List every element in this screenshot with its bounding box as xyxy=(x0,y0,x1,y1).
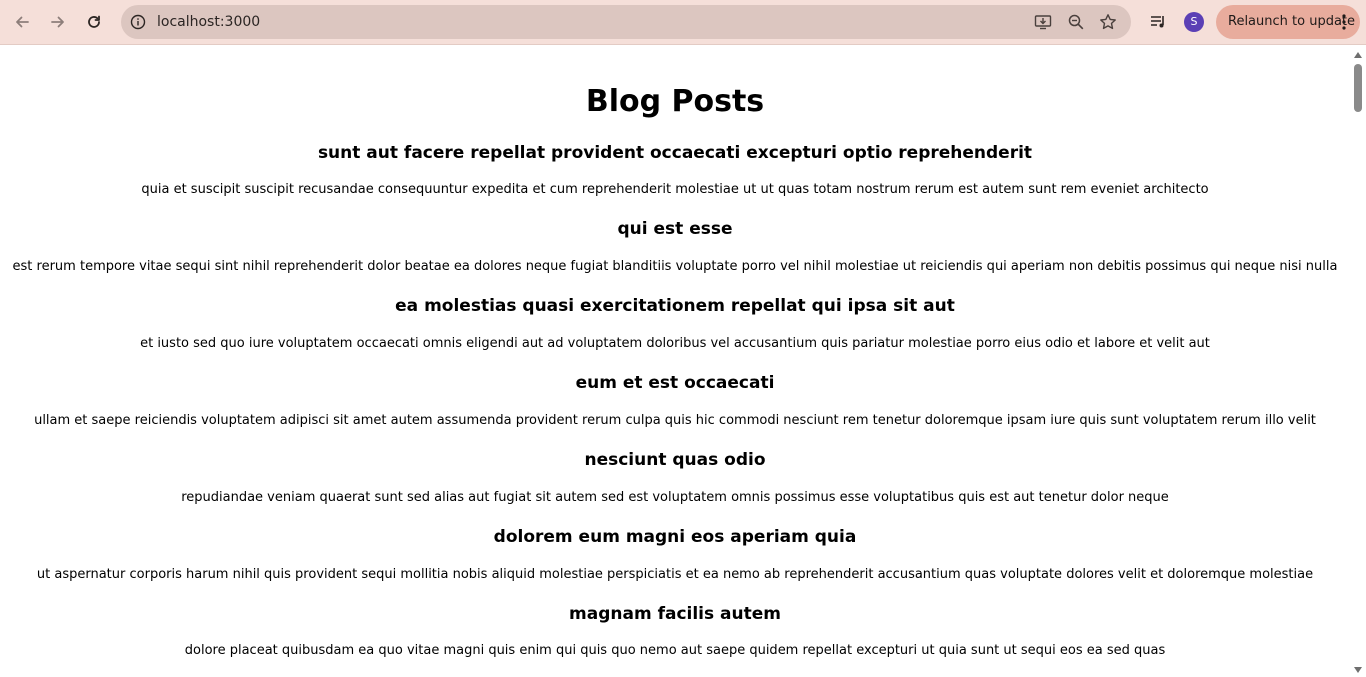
forward-arrow-icon[interactable] xyxy=(44,8,72,36)
relaunch-button[interactable]: Relaunch to update xyxy=(1216,5,1360,39)
post-body: dolore placeat quibusdam ea quo vitae ma… xyxy=(184,643,1166,658)
scroll-up-icon[interactable] xyxy=(1353,50,1363,60)
page-title: Blog Posts xyxy=(585,84,765,119)
post-title: qui est esse xyxy=(617,219,733,239)
address-bar[interactable]: localhost:3000 xyxy=(121,5,1131,39)
back-arrow-icon[interactable] xyxy=(8,8,36,36)
scroll-down-icon[interactable] xyxy=(1353,665,1363,675)
vertical-scrollbar[interactable] xyxy=(1350,46,1366,677)
post-title: nesciunt quas odio xyxy=(584,450,766,470)
post-title: eum et est occaecati xyxy=(575,373,775,393)
post-title: ea molestias quasi exercitationem repell… xyxy=(395,296,955,316)
post-title: dolorem eum magni eos aperiam quia xyxy=(493,527,857,547)
url-text[interactable]: localhost:3000 xyxy=(157,5,260,39)
kebab-menu-icon[interactable] xyxy=(1336,13,1352,31)
post-title: sunt aut facere repellat provident occae… xyxy=(317,143,1033,163)
post-body: est rerum tempore vitae sequi sint nihil… xyxy=(12,259,1338,274)
post-body: ullam et saepe reiciendis voluptatem adi… xyxy=(34,413,1316,428)
reload-icon[interactable] xyxy=(80,8,108,36)
post-title: magnam facilis autem xyxy=(569,604,781,624)
avatar[interactable]: S xyxy=(1184,12,1204,32)
zoom-icon[interactable] xyxy=(1066,12,1086,32)
browser-toolbar: localhost:3000 S Relaunch to update xyxy=(0,0,1366,45)
post-body: et iusto sed quo iure voluptatem occaeca… xyxy=(140,336,1210,351)
info-icon[interactable] xyxy=(129,13,147,31)
post-body: repudiandae veniam quaerat sunt sed alia… xyxy=(181,490,1169,505)
install-app-icon[interactable] xyxy=(1033,12,1053,32)
star-icon[interactable] xyxy=(1098,12,1118,32)
scroll-thumb[interactable] xyxy=(1354,64,1362,112)
media-queue-icon[interactable] xyxy=(1147,11,1169,33)
page-viewport: Blog Posts sunt aut facere repellat prov… xyxy=(0,46,1350,677)
post-body: quia et suscipit suscipit recusandae con… xyxy=(141,182,1209,197)
post-body: ut aspernatur corporis harum nihil quis … xyxy=(36,567,1314,582)
